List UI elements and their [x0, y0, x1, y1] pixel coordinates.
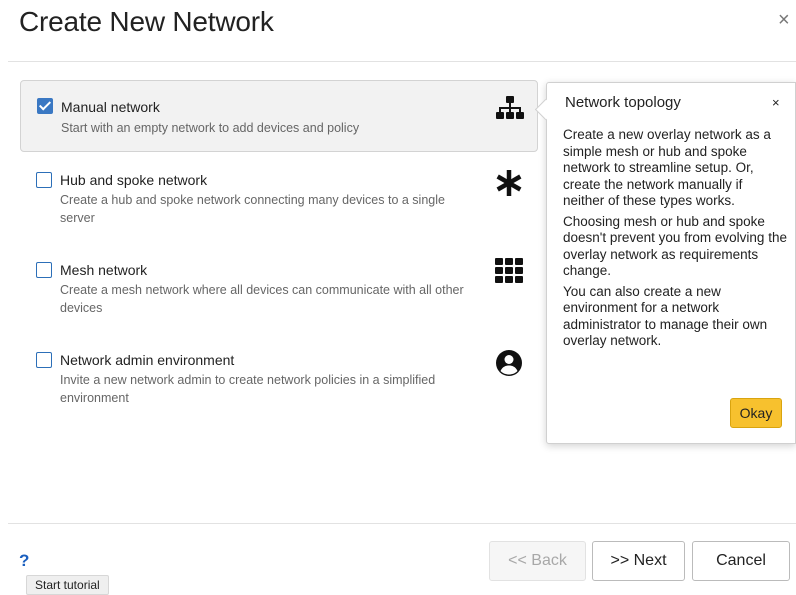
header-divider — [8, 61, 796, 62]
network-admin-checkbox[interactable] — [36, 352, 52, 368]
network-admin-description: Invite a new network admin to create net… — [60, 373, 436, 405]
hub-and-spoke-label: Hub and spoke network — [60, 172, 208, 188]
next-button[interactable]: >> Next — [592, 541, 685, 581]
user-circle-icon — [496, 350, 522, 376]
mesh-network-description: Create a mesh network where all devices … — [60, 283, 464, 315]
mesh-network-checkbox[interactable] — [36, 262, 52, 278]
popover-body: Create a new overlay network as a simple… — [563, 127, 787, 354]
network-admin-label: Network admin environment — [60, 352, 235, 368]
dialog-title: Create New Network — [19, 6, 274, 37]
popover-paragraph: Choosing mesh or hub and spoke doesn't p… — [563, 213, 787, 279]
asterisk-icon — [496, 170, 522, 196]
close-icon[interactable]: × — [778, 10, 790, 30]
grid-icon — [495, 258, 523, 283]
mesh-network-label: Mesh network — [60, 262, 148, 278]
start-tutorial-tooltip: Start tutorial — [26, 575, 109, 595]
manual-network-label: Manual network — [61, 99, 160, 115]
manual-network-description: Start with an empty network to add devic… — [61, 121, 360, 135]
back-button[interactable]: << Back — [489, 541, 586, 581]
okay-button[interactable]: Okay — [730, 398, 782, 428]
popover-paragraph: Create a new overlay network as a simple… — [563, 127, 771, 208]
option-hub-and-spoke[interactable]: Hub and spoke network Create a hub and s… — [20, 164, 538, 236]
popover-title: Network topology — [565, 94, 681, 111]
help-icon[interactable]: ? — [19, 551, 29, 571]
topology-popover: Network topology × Create a new overlay … — [546, 82, 796, 444]
cancel-button[interactable]: Cancel — [692, 541, 790, 581]
hub-and-spoke-description: Create a hub and spoke network connectin… — [60, 193, 445, 225]
option-mesh-network[interactable]: Mesh network Create a mesh network where… — [20, 254, 538, 326]
option-manual-network[interactable]: Manual network Start with an empty netwo… — [20, 80, 538, 152]
popover-paragraph: You can also create a new environment fo… — [563, 283, 768, 349]
popover-close-icon[interactable]: × — [772, 95, 780, 110]
option-network-admin-environment[interactable]: Network admin environment Invite a new n… — [20, 344, 538, 416]
manual-network-checkbox[interactable] — [37, 98, 53, 114]
hub-and-spoke-checkbox[interactable] — [36, 172, 52, 188]
footer-divider — [8, 523, 796, 524]
network-topology-icon — [496, 96, 524, 119]
